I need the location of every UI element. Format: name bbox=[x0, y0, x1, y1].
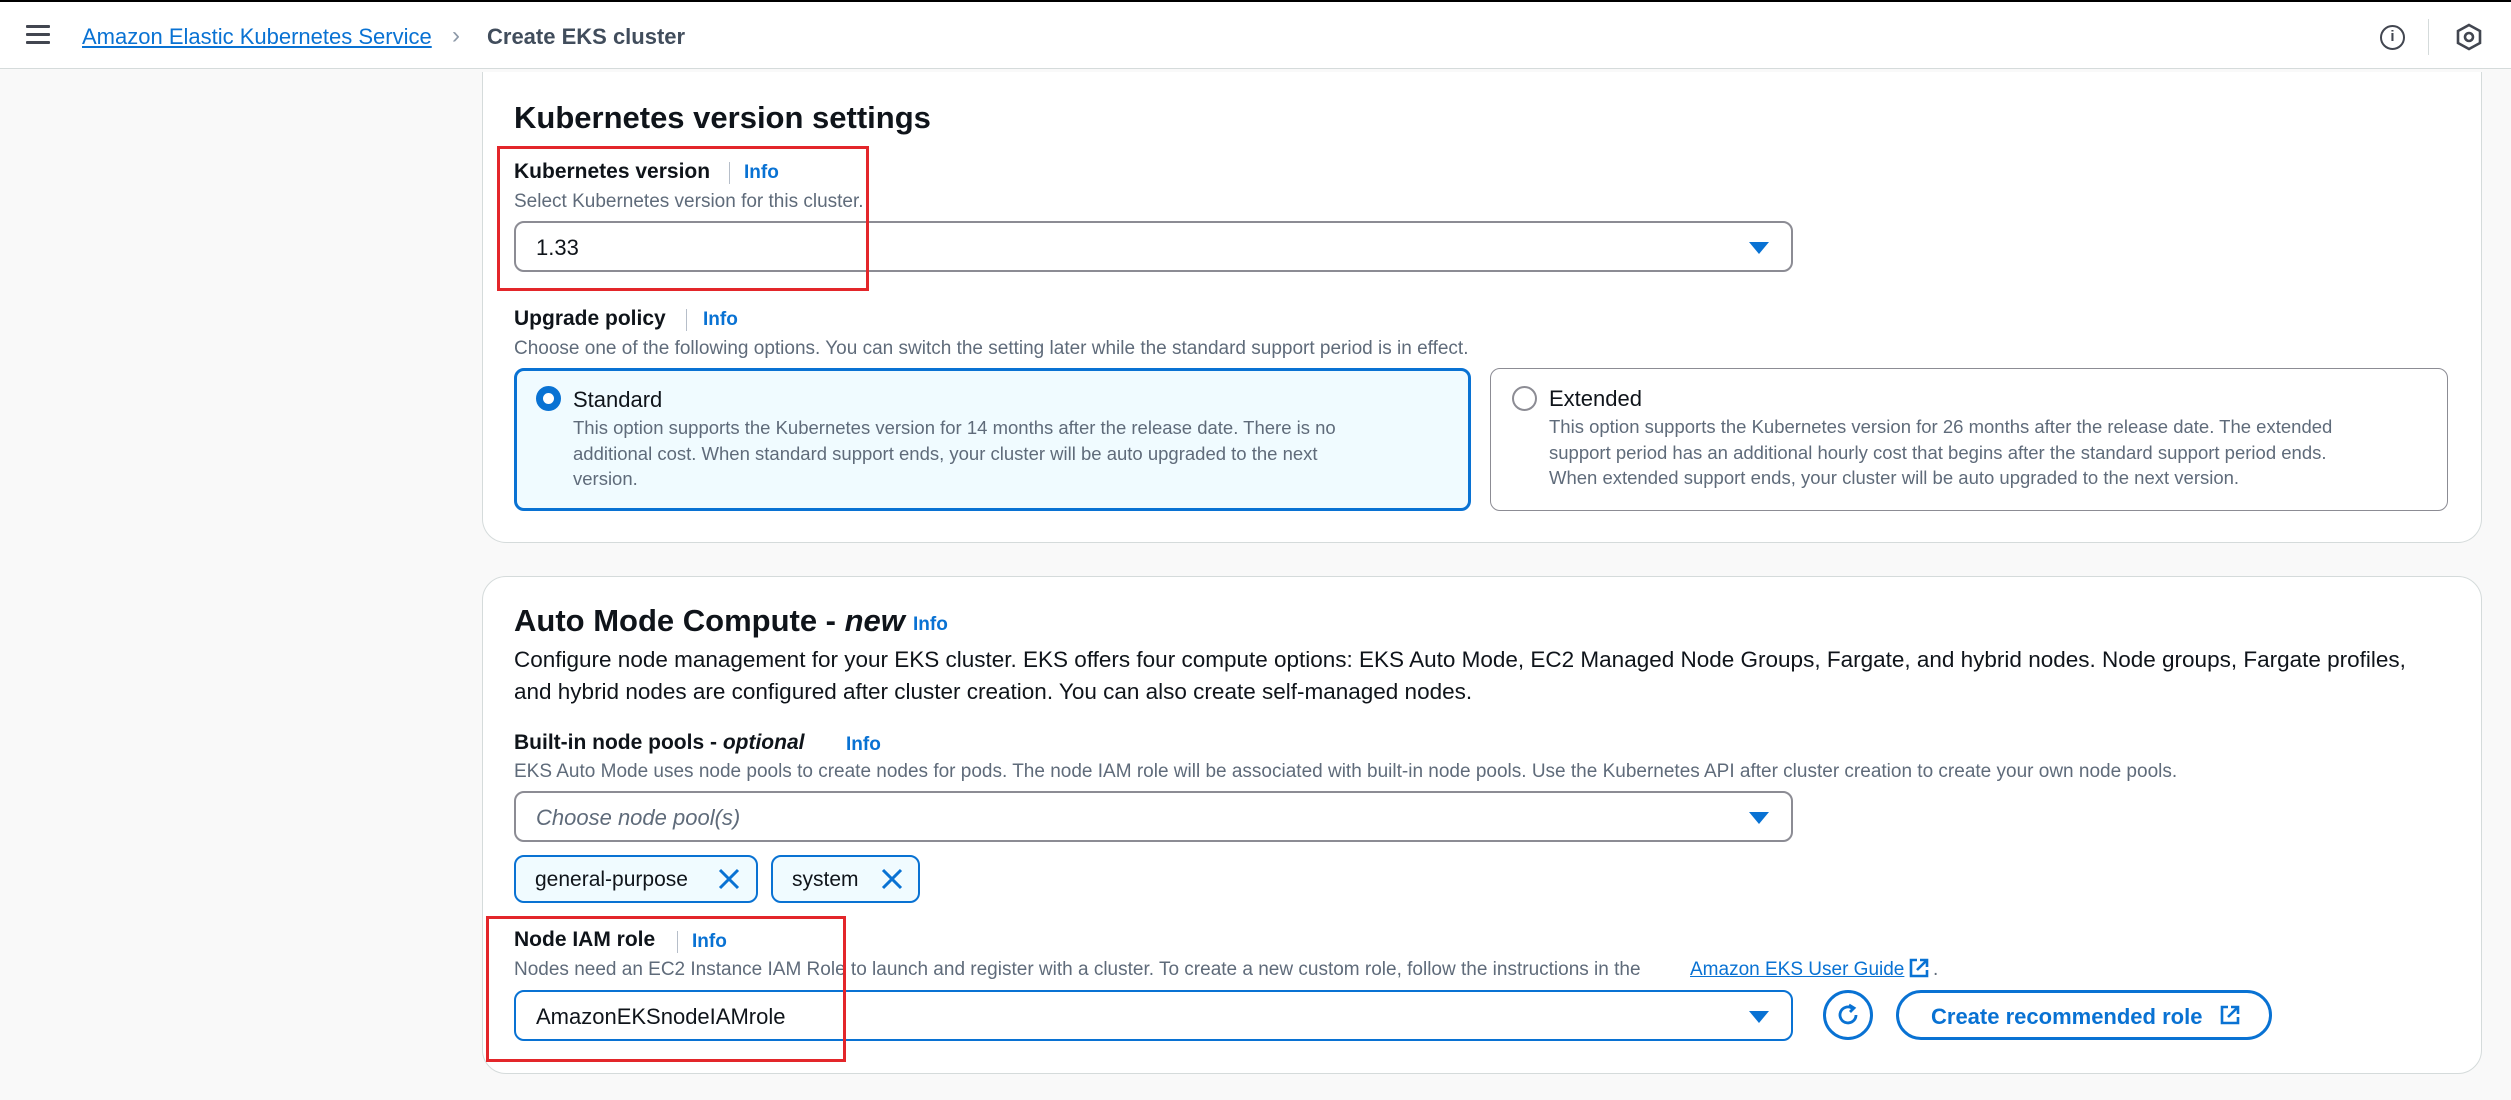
upgrade-option-extended-tile[interactable]: Extended This option supports the Kubern… bbox=[1490, 368, 2448, 511]
extended-option-description: This option supports the Kubernetes vers… bbox=[1549, 416, 2333, 488]
topbar-divider bbox=[2428, 19, 2429, 55]
kubernetes-version-description: Select Kubernetes version for this clust… bbox=[514, 191, 864, 212]
extended-option-title: Extended bbox=[1549, 386, 1642, 411]
node-pools-info-link[interactable]: Info bbox=[846, 734, 881, 756]
auto-mode-info-link[interactable]: Info bbox=[913, 614, 948, 636]
remove-token-icon[interactable] bbox=[717, 867, 741, 891]
token-system: system bbox=[771, 855, 920, 903]
label-divider bbox=[677, 931, 678, 953]
create-recommended-role-button[interactable]: Create recommended role bbox=[1896, 990, 2272, 1040]
node-pools-placeholder: Choose node pool(s) bbox=[536, 805, 741, 830]
node-iam-role-select[interactable]: AmazonEKSnodeIAMrole bbox=[514, 990, 1793, 1041]
label-divider bbox=[729, 162, 730, 184]
extended-radio[interactable] bbox=[1512, 386, 1537, 411]
upgrade-policy-info-link[interactable]: Info bbox=[703, 309, 738, 331]
kubernetes-version-value: 1.33 bbox=[536, 235, 579, 260]
caret-down-icon bbox=[1749, 242, 1769, 254]
top-navigation-bar: Amazon Elastic Kubernetes Service › Crea… bbox=[0, 0, 2511, 69]
settings-icon[interactable] bbox=[2455, 23, 2483, 51]
caret-down-icon bbox=[1749, 812, 1769, 824]
create-recommended-role-label: Create recommended role bbox=[1931, 1004, 2203, 1029]
menu-icon[interactable] bbox=[26, 25, 50, 45]
upgrade-policy-description: Choose one of the following options. You… bbox=[514, 338, 1469, 359]
auto-mode-title: Auto Mode Compute - new bbox=[514, 603, 905, 638]
breadcrumb-chevron-icon: › bbox=[452, 22, 460, 49]
kubernetes-version-info-link[interactable]: Info bbox=[744, 162, 779, 184]
token-general-purpose: general-purpose bbox=[514, 855, 758, 903]
eks-user-guide-link[interactable]: Amazon EKS User Guide bbox=[1690, 959, 1904, 981]
kubernetes-version-label: Kubernetes version bbox=[514, 160, 711, 183]
token-label: system bbox=[792, 868, 859, 891]
refresh-icon bbox=[1838, 1003, 1858, 1025]
node-pools-label: Built-in node pools - optional bbox=[514, 731, 805, 754]
auto-mode-description: Configure node management for your EKS c… bbox=[514, 647, 2406, 704]
kubernetes-version-select[interactable]: 1.33 bbox=[514, 221, 1793, 272]
standard-option-description: This option supports the Kubernetes vers… bbox=[573, 417, 1336, 489]
breadcrumb-current: Create EKS cluster bbox=[487, 24, 686, 49]
kubernetes-version-settings-title: Kubernetes version settings bbox=[514, 100, 931, 135]
label-divider bbox=[686, 309, 687, 331]
node-pools-select[interactable]: Choose node pool(s) bbox=[514, 791, 1793, 842]
node-iam-role-value: AmazonEKSnodeIAMrole bbox=[536, 1004, 786, 1029]
node-iam-role-description-end: . bbox=[1933, 959, 1939, 980]
breadcrumb-service-link[interactable]: Amazon Elastic Kubernetes Service bbox=[82, 24, 432, 50]
node-iam-role-label: Node IAM role bbox=[514, 928, 656, 951]
upgrade-option-standard-tile[interactable]: Standard This option supports the Kubern… bbox=[514, 368, 1471, 511]
remove-token-icon[interactable] bbox=[880, 867, 904, 891]
refresh-button[interactable] bbox=[1823, 990, 1873, 1040]
node-iam-role-info-link[interactable]: Info bbox=[692, 931, 727, 953]
standard-radio[interactable] bbox=[536, 386, 561, 411]
standard-option-title: Standard bbox=[573, 387, 663, 412]
upgrade-policy-label: Upgrade policy bbox=[514, 307, 666, 330]
token-label: general-purpose bbox=[535, 868, 688, 891]
node-iam-role-description: Nodes need an EC2 Instance IAM Role to l… bbox=[514, 959, 1641, 980]
external-link-icon[interactable] bbox=[1908, 957, 1930, 979]
info-icon[interactable]: i bbox=[2380, 25, 2405, 50]
external-link-icon bbox=[2220, 1005, 2240, 1025]
node-pools-description: EKS Auto Mode uses node pools to create … bbox=[514, 761, 2178, 782]
caret-down-icon bbox=[1749, 1011, 1769, 1023]
